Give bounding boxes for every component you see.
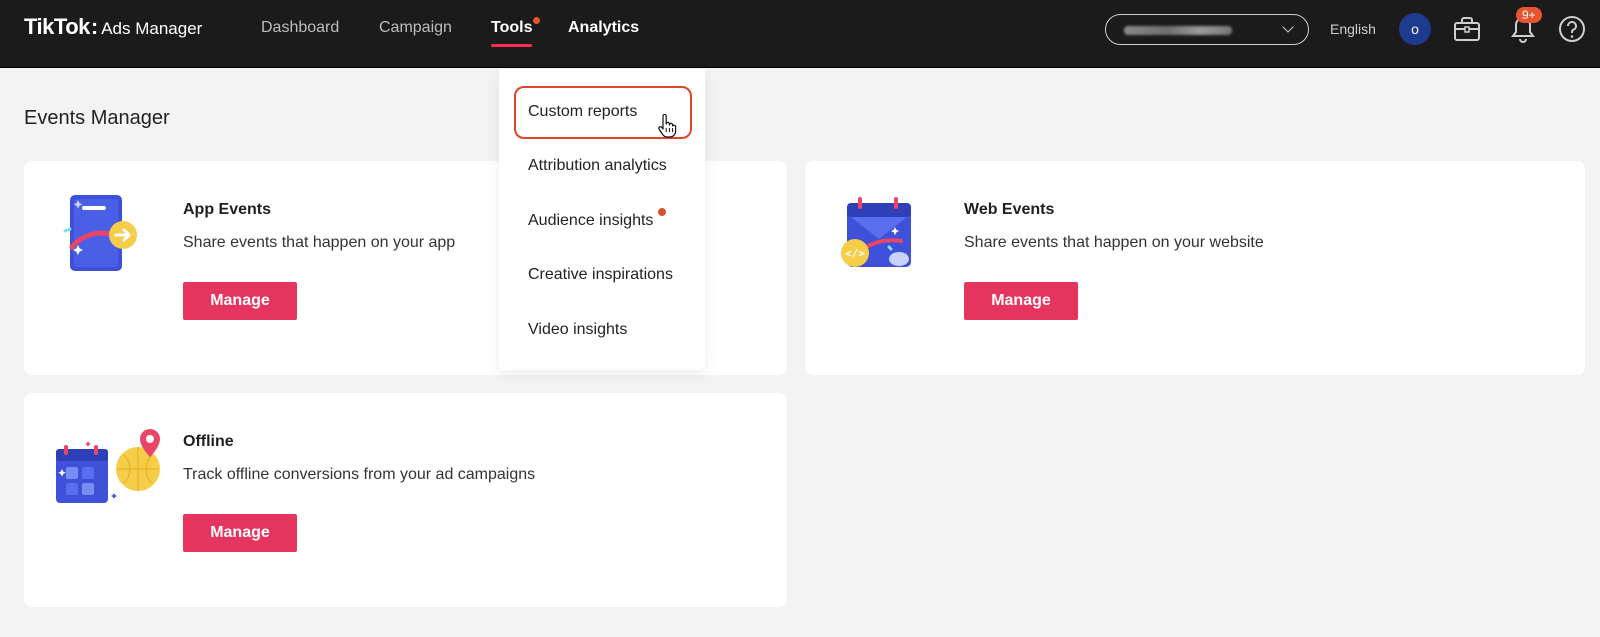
offline-description: Track offline conversions from your ad c… — [183, 466, 536, 483]
app-events-manage-button[interactable]: Manage — [183, 282, 297, 320]
app-events-title: App Events — [183, 201, 272, 218]
web-events-title: Web Events — [964, 201, 1055, 218]
app-events-illustration-icon — [63, 195, 137, 271]
menu-item-video-insights[interactable]: Video insights — [528, 321, 627, 339]
menu-item-creative-inspirations[interactable]: Creative inspirations — [528, 266, 673, 284]
nav-campaign[interactable]: Campaign — [379, 19, 452, 37]
menu-item-attribution-analytics[interactable]: Attribution analytics — [528, 157, 667, 175]
nav-dashboard[interactable]: Dashboard — [261, 19, 339, 37]
offline-card: Offline Track offline conversions from y… — [24, 393, 787, 607]
notification-badge: 9+ — [1516, 7, 1542, 23]
language-selector[interactable]: English — [1330, 21, 1376, 37]
page-title: Events Manager — [24, 107, 170, 129]
menu-item-custom-reports[interactable]: Custom reports — [528, 103, 637, 121]
nav-tools-label: Tools — [491, 19, 533, 36]
menu-item-audience-insights[interactable]: Audience insights — [528, 212, 653, 230]
tiktok-ads-manager-logo[interactable]: TikTok : Ads Manager — [24, 14, 202, 44]
app-events-description: Share events that happen on your app — [183, 234, 456, 251]
logo-colon: : — [90, 14, 99, 39]
nav-tools[interactable]: Tools — [491, 17, 541, 47]
offline-title: Offline — [183, 433, 234, 450]
logo-product: Ads Manager — [101, 19, 203, 38]
offline-illustration-icon — [56, 429, 160, 503]
audience-insights-new-dot — [658, 208, 666, 216]
svg-text:</>: </> — [845, 247, 865, 260]
web-events-illustration-icon: </> — [841, 197, 911, 267]
chevron-down-icon — [1282, 21, 1294, 33]
nav-analytics[interactable]: Analytics — [568, 19, 639, 37]
briefcase-icon[interactable] — [1451, 13, 1483, 45]
web-events-description: Share events that happen on your website — [964, 234, 1264, 251]
account-selector[interactable] — [1105, 14, 1309, 45]
hand-pointer-cursor-icon — [658, 114, 677, 138]
nav-active-underline — [491, 44, 533, 47]
logo-brand: TikTok — [24, 14, 90, 39]
top-nav-bar: TikTok : Ads Manager Dashboard Campaign … — [0, 0, 1600, 68]
web-events-card: </> Web Events Share events that happen … — [805, 161, 1585, 375]
avatar[interactable]: o — [1399, 13, 1431, 45]
account-name-redacted — [1124, 26, 1232, 35]
offline-manage-button[interactable]: Manage — [183, 514, 297, 552]
tools-new-dot — [533, 17, 541, 24]
help-icon[interactable] — [1556, 13, 1588, 45]
web-events-manage-button[interactable]: Manage — [964, 282, 1078, 320]
